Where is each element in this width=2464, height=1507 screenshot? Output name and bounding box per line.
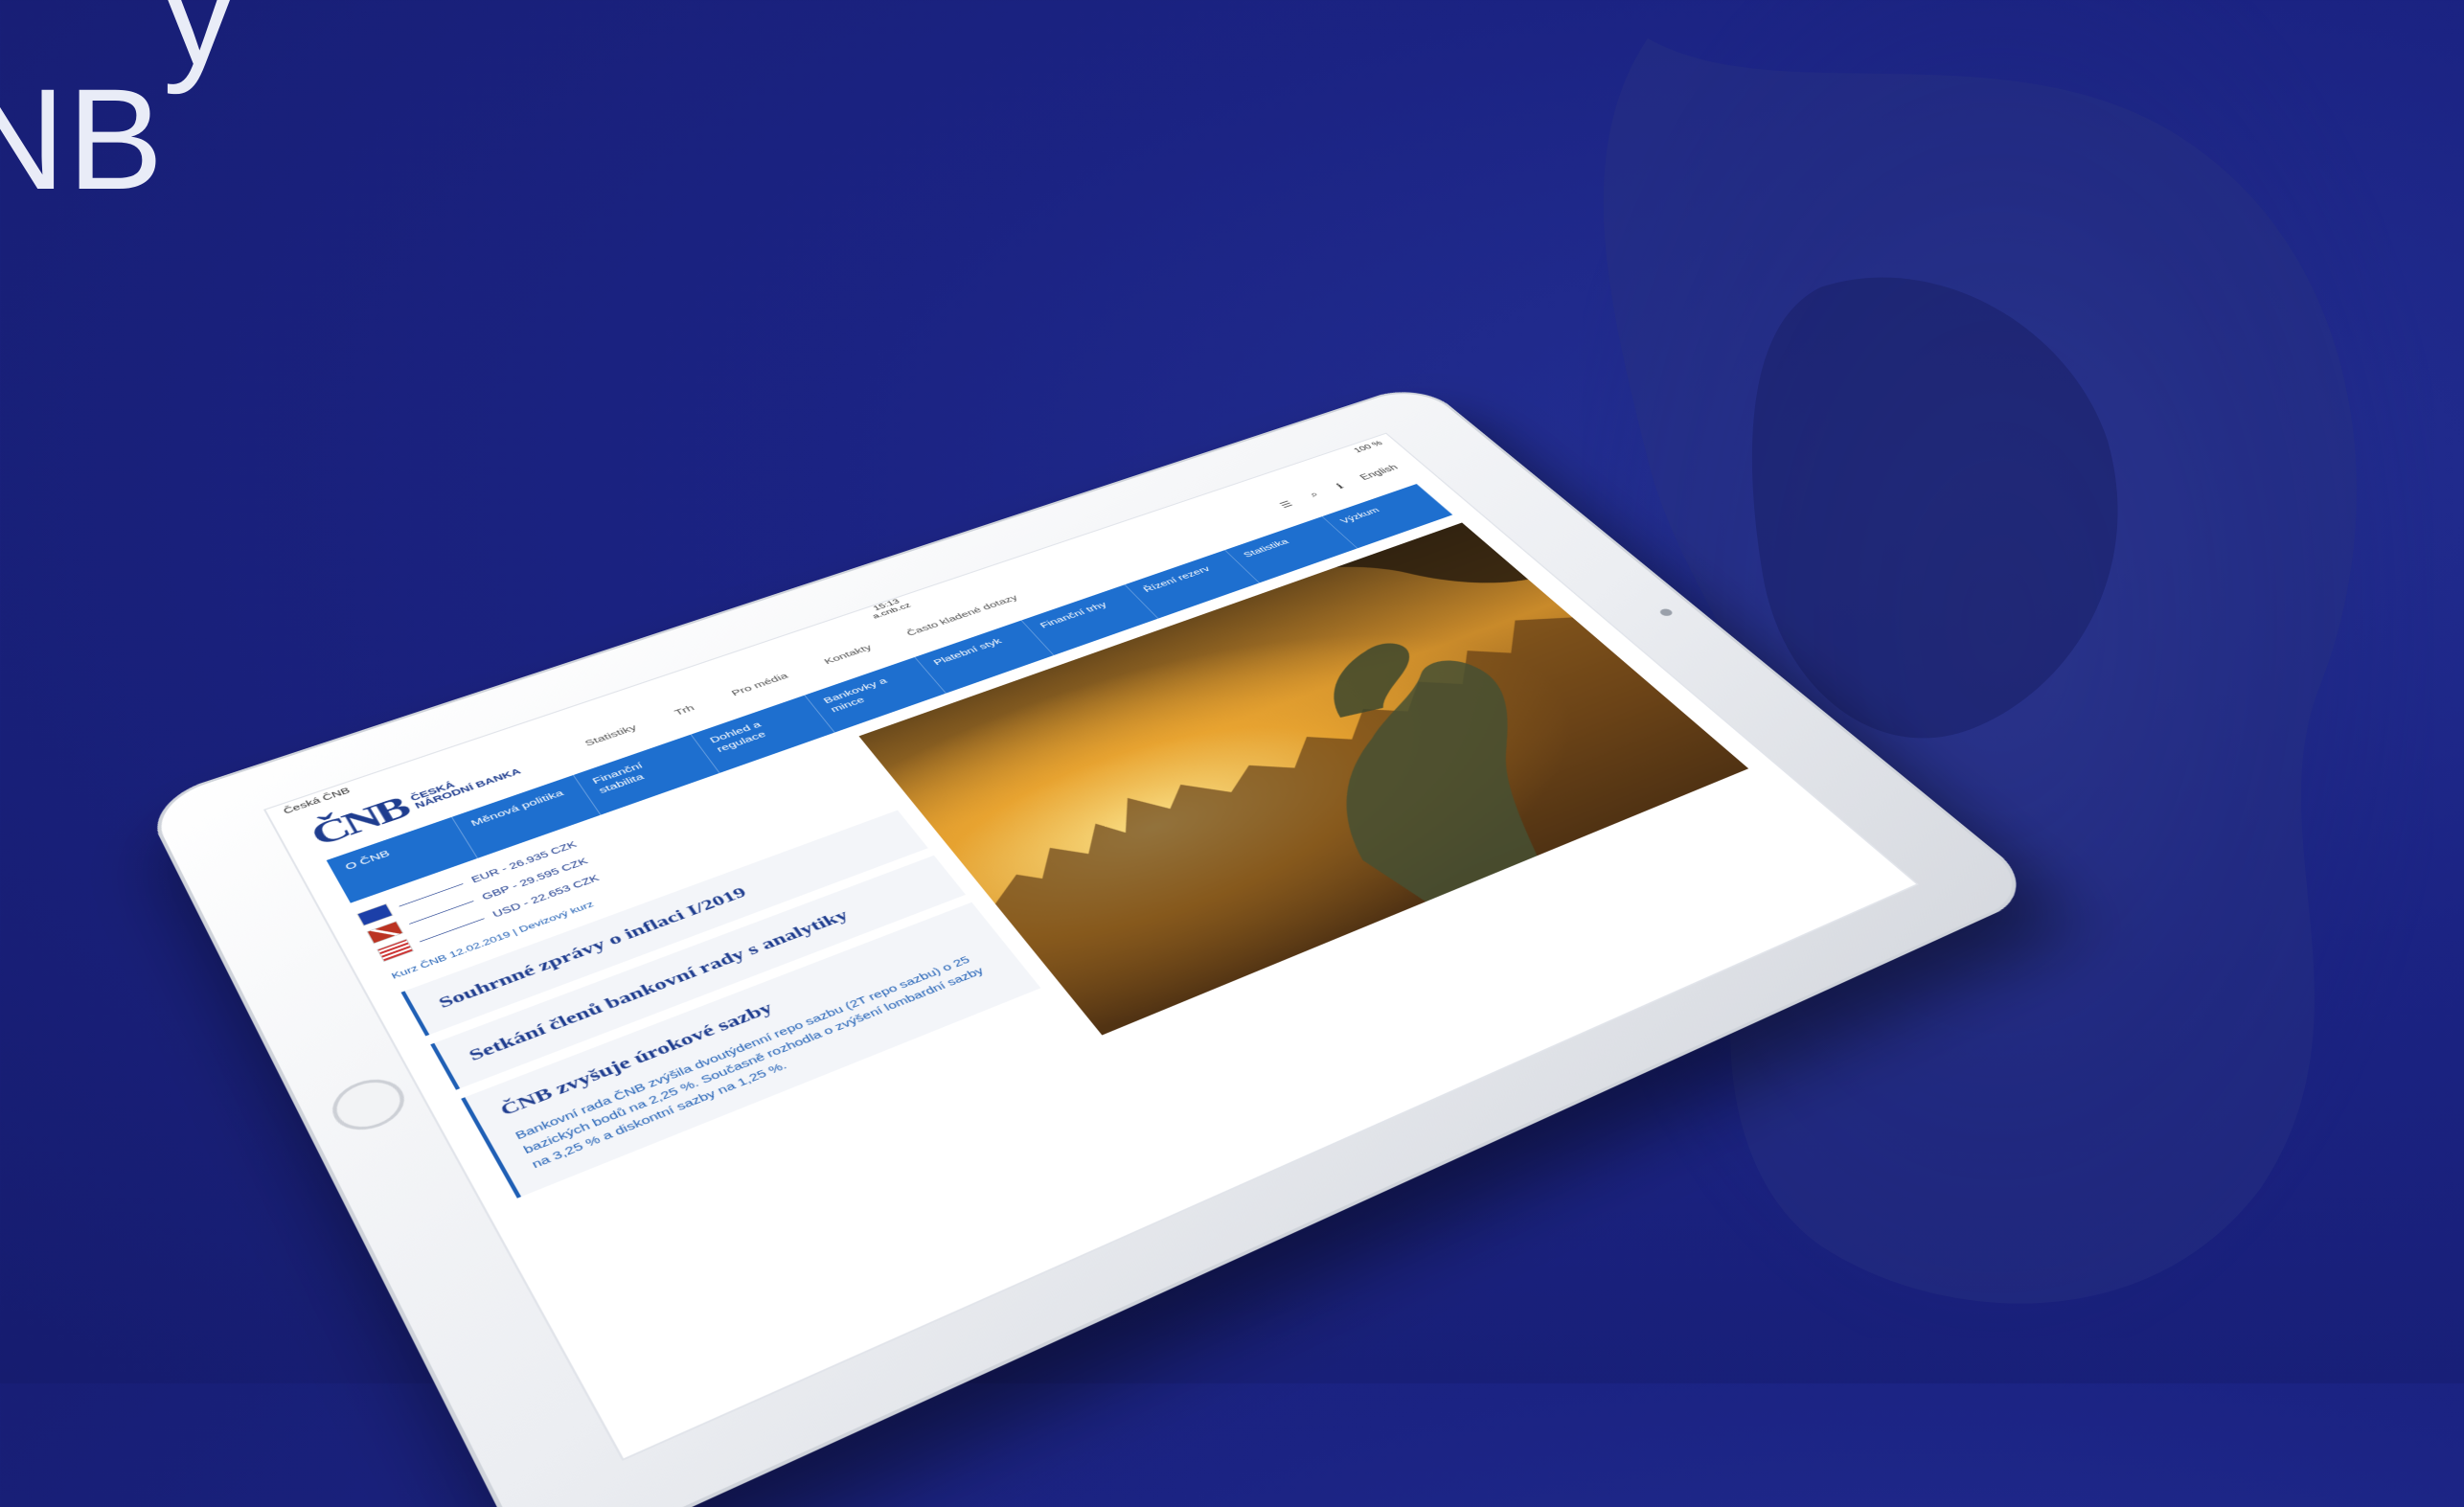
top-link-trh[interactable]: Trh: [673, 703, 696, 718]
camera-icon: [1657, 607, 1675, 618]
us-flag-icon: [376, 938, 414, 963]
eu-flag-icon: [356, 903, 394, 926]
gb-flag-icon: [366, 921, 404, 945]
language-link[interactable]: English: [1358, 464, 1402, 483]
search-icon[interactable]: ⌕: [1308, 491, 1321, 499]
menu-icon[interactable]: ☰: [1277, 499, 1295, 511]
tablet-device: Česká ČNB 15:13 a.cnb.cz 100 % ČNB ČESKÁ…: [142, 381, 2044, 1507]
top-link-pro-media[interactable]: Pro média: [729, 672, 790, 698]
top-link-kontakty[interactable]: Kontakty: [822, 643, 874, 666]
top-link-statistiky[interactable]: Statistiky: [582, 722, 638, 747]
tablet-mockup: Česká ČNB 15:13 a.cnb.cz 100 % ČNB ČESKÁ…: [125, 67, 2328, 1507]
news-card-body: Bankovní rada ČNB zvýšila dvoutýdenní re…: [513, 953, 987, 1171]
home-button[interactable]: [323, 1070, 414, 1140]
tablet-screen: Česká ČNB 15:13 a.cnb.cz 100 % ČNB ČESKÁ…: [262, 432, 1919, 1461]
info-icon[interactable]: ℹ: [1334, 482, 1346, 491]
